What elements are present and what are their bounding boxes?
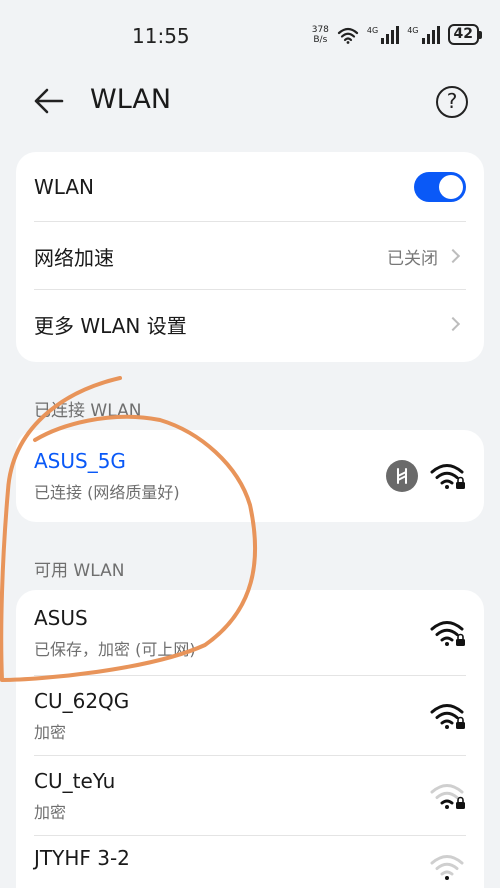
cell-signal-icon-2: 4G [407, 25, 440, 44]
wlan-toggle-row[interactable]: WLAN [16, 152, 484, 222]
network-speed-unit: B/s [313, 34, 328, 45]
connected-card: ASUS_5G 已连接 (网络质量好) [16, 430, 484, 522]
chevron-right-icon [445, 316, 461, 332]
status-bar: 11:55 378 B/s 4G 4G 42 [0, 0, 500, 72]
network-item[interactable]: JTYHF 3-2 [16, 836, 484, 888]
cell-signal-label-2: 4G [407, 25, 419, 35]
battery-level: 42 [447, 24, 479, 45]
cell-signal-icon-1: 4G [366, 25, 400, 44]
cell-signal-label-1: 4G [366, 25, 379, 35]
battery-icon: 42 [447, 24, 482, 45]
chevron-right-icon [445, 248, 461, 264]
settings-card: WLAN 网络加速 已关闭 更多 WLAN 设置 [16, 152, 484, 362]
more-wlan-settings-row[interactable]: 更多 WLAN 设置 [16, 290, 484, 358]
more-wlan-settings-label: 更多 WLAN 设置 [34, 313, 187, 338]
network-status: 加密 [34, 803, 67, 822]
page-title: WLAN [90, 84, 172, 115]
network-item[interactable]: CU_teYu 加密 [16, 756, 484, 836]
wifi-lock-weak-icon [430, 855, 464, 880]
network-name: ASUS [34, 606, 88, 630]
page-header: WLAN ? [0, 80, 500, 124]
network-boost-value: 已关闭 [387, 248, 438, 269]
status-indicators: 378 B/s 4G 4G 42 [312, 24, 482, 45]
network-name: CU_62QG [34, 689, 130, 713]
network-speed: 378 B/s [312, 25, 329, 45]
question-icon[interactable]: ? [436, 86, 468, 118]
status-time: 11:55 [132, 24, 190, 48]
network-boost-row[interactable]: 网络加速 已关闭 [16, 222, 484, 290]
wlan-toggle[interactable] [414, 172, 466, 202]
network-item[interactable]: CU_62QG 加密 [16, 676, 484, 756]
network-name: JTYHF 3-2 [34, 846, 130, 870]
connected-section-label: 已连接 WLAN [34, 401, 142, 421]
wifi-lock-weak-icon [430, 784, 465, 809]
network-item-connected[interactable]: ASUS_5G 已连接 (网络质量好) [16, 430, 484, 522]
wlan-label: WLAN [34, 175, 95, 199]
network-status: 加密 [34, 723, 67, 742]
network-name: CU_teYu [34, 769, 116, 793]
wifi-lock-icon [430, 704, 465, 729]
wifi-lock-icon [430, 464, 465, 489]
network-speed-value: 378 [311, 24, 329, 35]
hilink-icon[interactable] [386, 460, 418, 492]
arrow-left-icon[interactable] [32, 86, 66, 116]
wifi-status-icon [337, 27, 359, 44]
available-networks-card: ASUS 已保存，加密 (可上网) CU_62QG 加密 CU_teYu 加密 … [16, 590, 484, 888]
network-name: ASUS_5G [34, 449, 126, 473]
network-status: 已连接 (网络质量好) [34, 483, 180, 502]
wifi-lock-icon [430, 621, 465, 646]
network-status: 已保存，加密 (可上网) [34, 640, 196, 659]
network-boost-label: 网络加速 [34, 245, 114, 270]
available-section-label: 可用 WLAN [34, 561, 125, 581]
network-item[interactable]: ASUS 已保存，加密 (可上网) [16, 590, 484, 676]
